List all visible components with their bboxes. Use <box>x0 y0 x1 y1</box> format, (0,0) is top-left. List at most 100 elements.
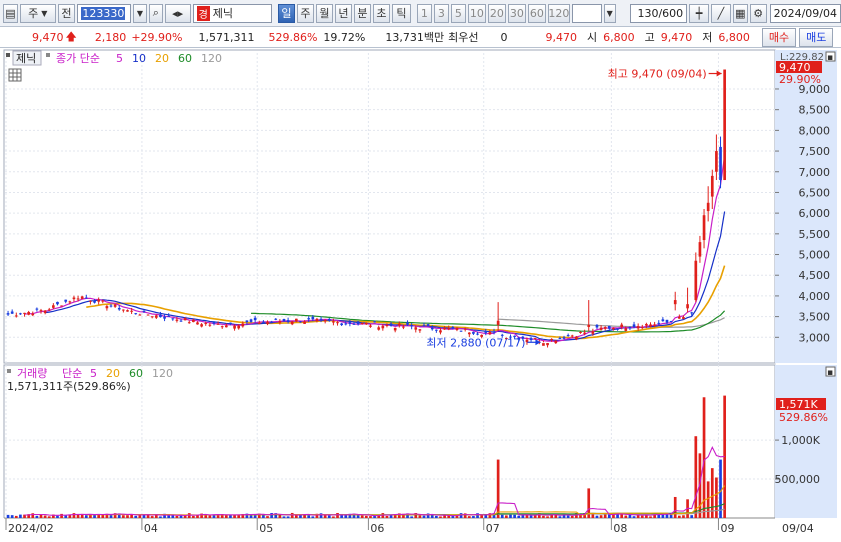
candle-body <box>76 298 80 300</box>
volume-bar <box>385 515 389 518</box>
stock-name-field[interactable]: 경 제닉 <box>192 3 272 23</box>
window-menu-icon[interactable]: ▤ <box>3 3 18 23</box>
code-dropdown-icon[interactable]: ▼ <box>133 3 147 23</box>
candle-body <box>105 306 109 309</box>
volume-bar <box>167 515 171 518</box>
volume-bar <box>640 515 644 518</box>
candle-body <box>690 312 694 314</box>
volume-bar <box>517 515 521 518</box>
minute-custom-input[interactable] <box>571 3 602 23</box>
stock-code-input[interactable]: 123330 <box>77 3 131 23</box>
candle-body <box>68 301 72 303</box>
current-price-pct: 29.90% <box>779 73 821 86</box>
volume-bar <box>109 515 113 518</box>
price-tick-label: 7,000 <box>799 166 831 179</box>
volume-bar <box>196 515 199 518</box>
minute-button-3[interactable]: 3 <box>433 3 449 23</box>
candle-body <box>365 322 368 325</box>
period-button-day[interactable]: 일 <box>277 3 295 23</box>
price-tick-label: 4,500 <box>799 269 831 282</box>
count-input[interactable]: 130/600 <box>629 3 688 23</box>
volume-bar <box>360 515 364 518</box>
candle-body <box>715 151 718 172</box>
market-select[interactable]: 주 ▼ <box>19 3 56 23</box>
time-tick-label: 05 <box>259 522 273 535</box>
chevron-down-icon: ▼ <box>41 8 48 18</box>
minute-button-120[interactable]: 120 <box>547 3 570 23</box>
candle-body <box>266 321 269 325</box>
candle-body <box>122 309 125 311</box>
candle-body <box>698 242 702 257</box>
minute-button-20[interactable]: 20 <box>487 3 506 23</box>
candle-body <box>245 320 249 323</box>
price-tick-label: 3,000 <box>799 331 831 344</box>
volume-bar <box>558 516 562 518</box>
candle-body <box>10 311 14 314</box>
candle-body <box>591 331 595 334</box>
candle-body <box>216 323 220 325</box>
gear-icon[interactable]: ⚙ <box>749 3 767 23</box>
candle-body <box>678 317 681 319</box>
candle-body <box>183 318 187 321</box>
search-icon[interactable]: ⌕ <box>148 3 163 23</box>
period-button-year[interactable]: 년 <box>334 3 352 23</box>
period-button-month[interactable]: 월 <box>315 3 333 23</box>
candle-body <box>6 313 10 315</box>
type-button[interactable]: 전 <box>57 3 76 23</box>
candle-body <box>723 69 726 181</box>
candle-body <box>575 336 578 340</box>
time-tick-label: 04 <box>144 522 158 535</box>
current-price: 9,470 <box>32 30 64 44</box>
date-input[interactable]: 2024/09/04 <box>769 3 841 23</box>
minute-dropdown-icon[interactable]: ▼ <box>603 3 616 23</box>
period-button-minute[interactable]: 분 <box>353 3 371 23</box>
period-button-tick[interactable]: 틱 <box>391 3 411 23</box>
candle-body <box>661 319 665 322</box>
candle-body <box>673 300 677 305</box>
volume-legend-ma5: 5 <box>90 367 97 380</box>
volume-bar <box>344 515 348 518</box>
volume-bar <box>233 515 236 518</box>
candle-body <box>262 321 265 323</box>
sound-icon[interactable]: ◂▸ <box>164 3 191 23</box>
time-tick-label: 09/04 <box>782 522 814 535</box>
volume-bar <box>513 514 516 518</box>
count-value: 130 <box>637 6 659 20</box>
candle-body <box>60 305 63 307</box>
candle-body <box>336 322 339 324</box>
minute-button-30[interactable]: 30 <box>507 3 526 23</box>
candle-body <box>710 175 714 197</box>
volume-bar <box>175 515 179 518</box>
minute-button-60[interactable]: 60 <box>527 3 546 23</box>
volume-bar <box>72 513 76 518</box>
buy-button[interactable]: 매수 <box>761 27 797 47</box>
volume-bar <box>266 516 269 518</box>
volume-bar <box>496 459 500 518</box>
candle-body <box>163 316 166 319</box>
low-label: 저 <box>702 31 713 44</box>
candle-body <box>299 321 302 323</box>
candle-type-icon[interactable]: ┿ <box>689 3 709 23</box>
period-button-second[interactable]: 초 <box>372 3 390 23</box>
candle-body <box>439 330 442 333</box>
candle-body <box>657 322 661 324</box>
chart-area[interactable]: 3,000 3,500 4,000 4,500 5,000 5,500 6,000 6,500… <box>0 48 841 542</box>
high-price: 9,470 <box>660 30 693 44</box>
grid-icon[interactable]: ▦ <box>732 3 748 23</box>
draw-tool-icon[interactable]: ╱ <box>711 3 731 23</box>
volume-bar <box>319 513 323 518</box>
minute-button-1[interactable]: 1 <box>416 3 432 23</box>
minute-button-10[interactable]: 10 <box>467 3 486 23</box>
period-button-week[interactable]: 주 <box>296 3 314 23</box>
sell-button[interactable]: 매도 <box>799 27 834 47</box>
candle-body <box>257 323 261 325</box>
volume-bar <box>76 514 80 518</box>
candle-body <box>554 340 558 344</box>
minute-button-5[interactable]: 5 <box>450 3 466 23</box>
candle-body <box>295 318 298 322</box>
candle-body <box>352 323 356 325</box>
volume-bar <box>84 515 88 518</box>
candle-body <box>430 327 434 330</box>
candle-body <box>117 307 121 310</box>
candle-body <box>496 320 500 325</box>
